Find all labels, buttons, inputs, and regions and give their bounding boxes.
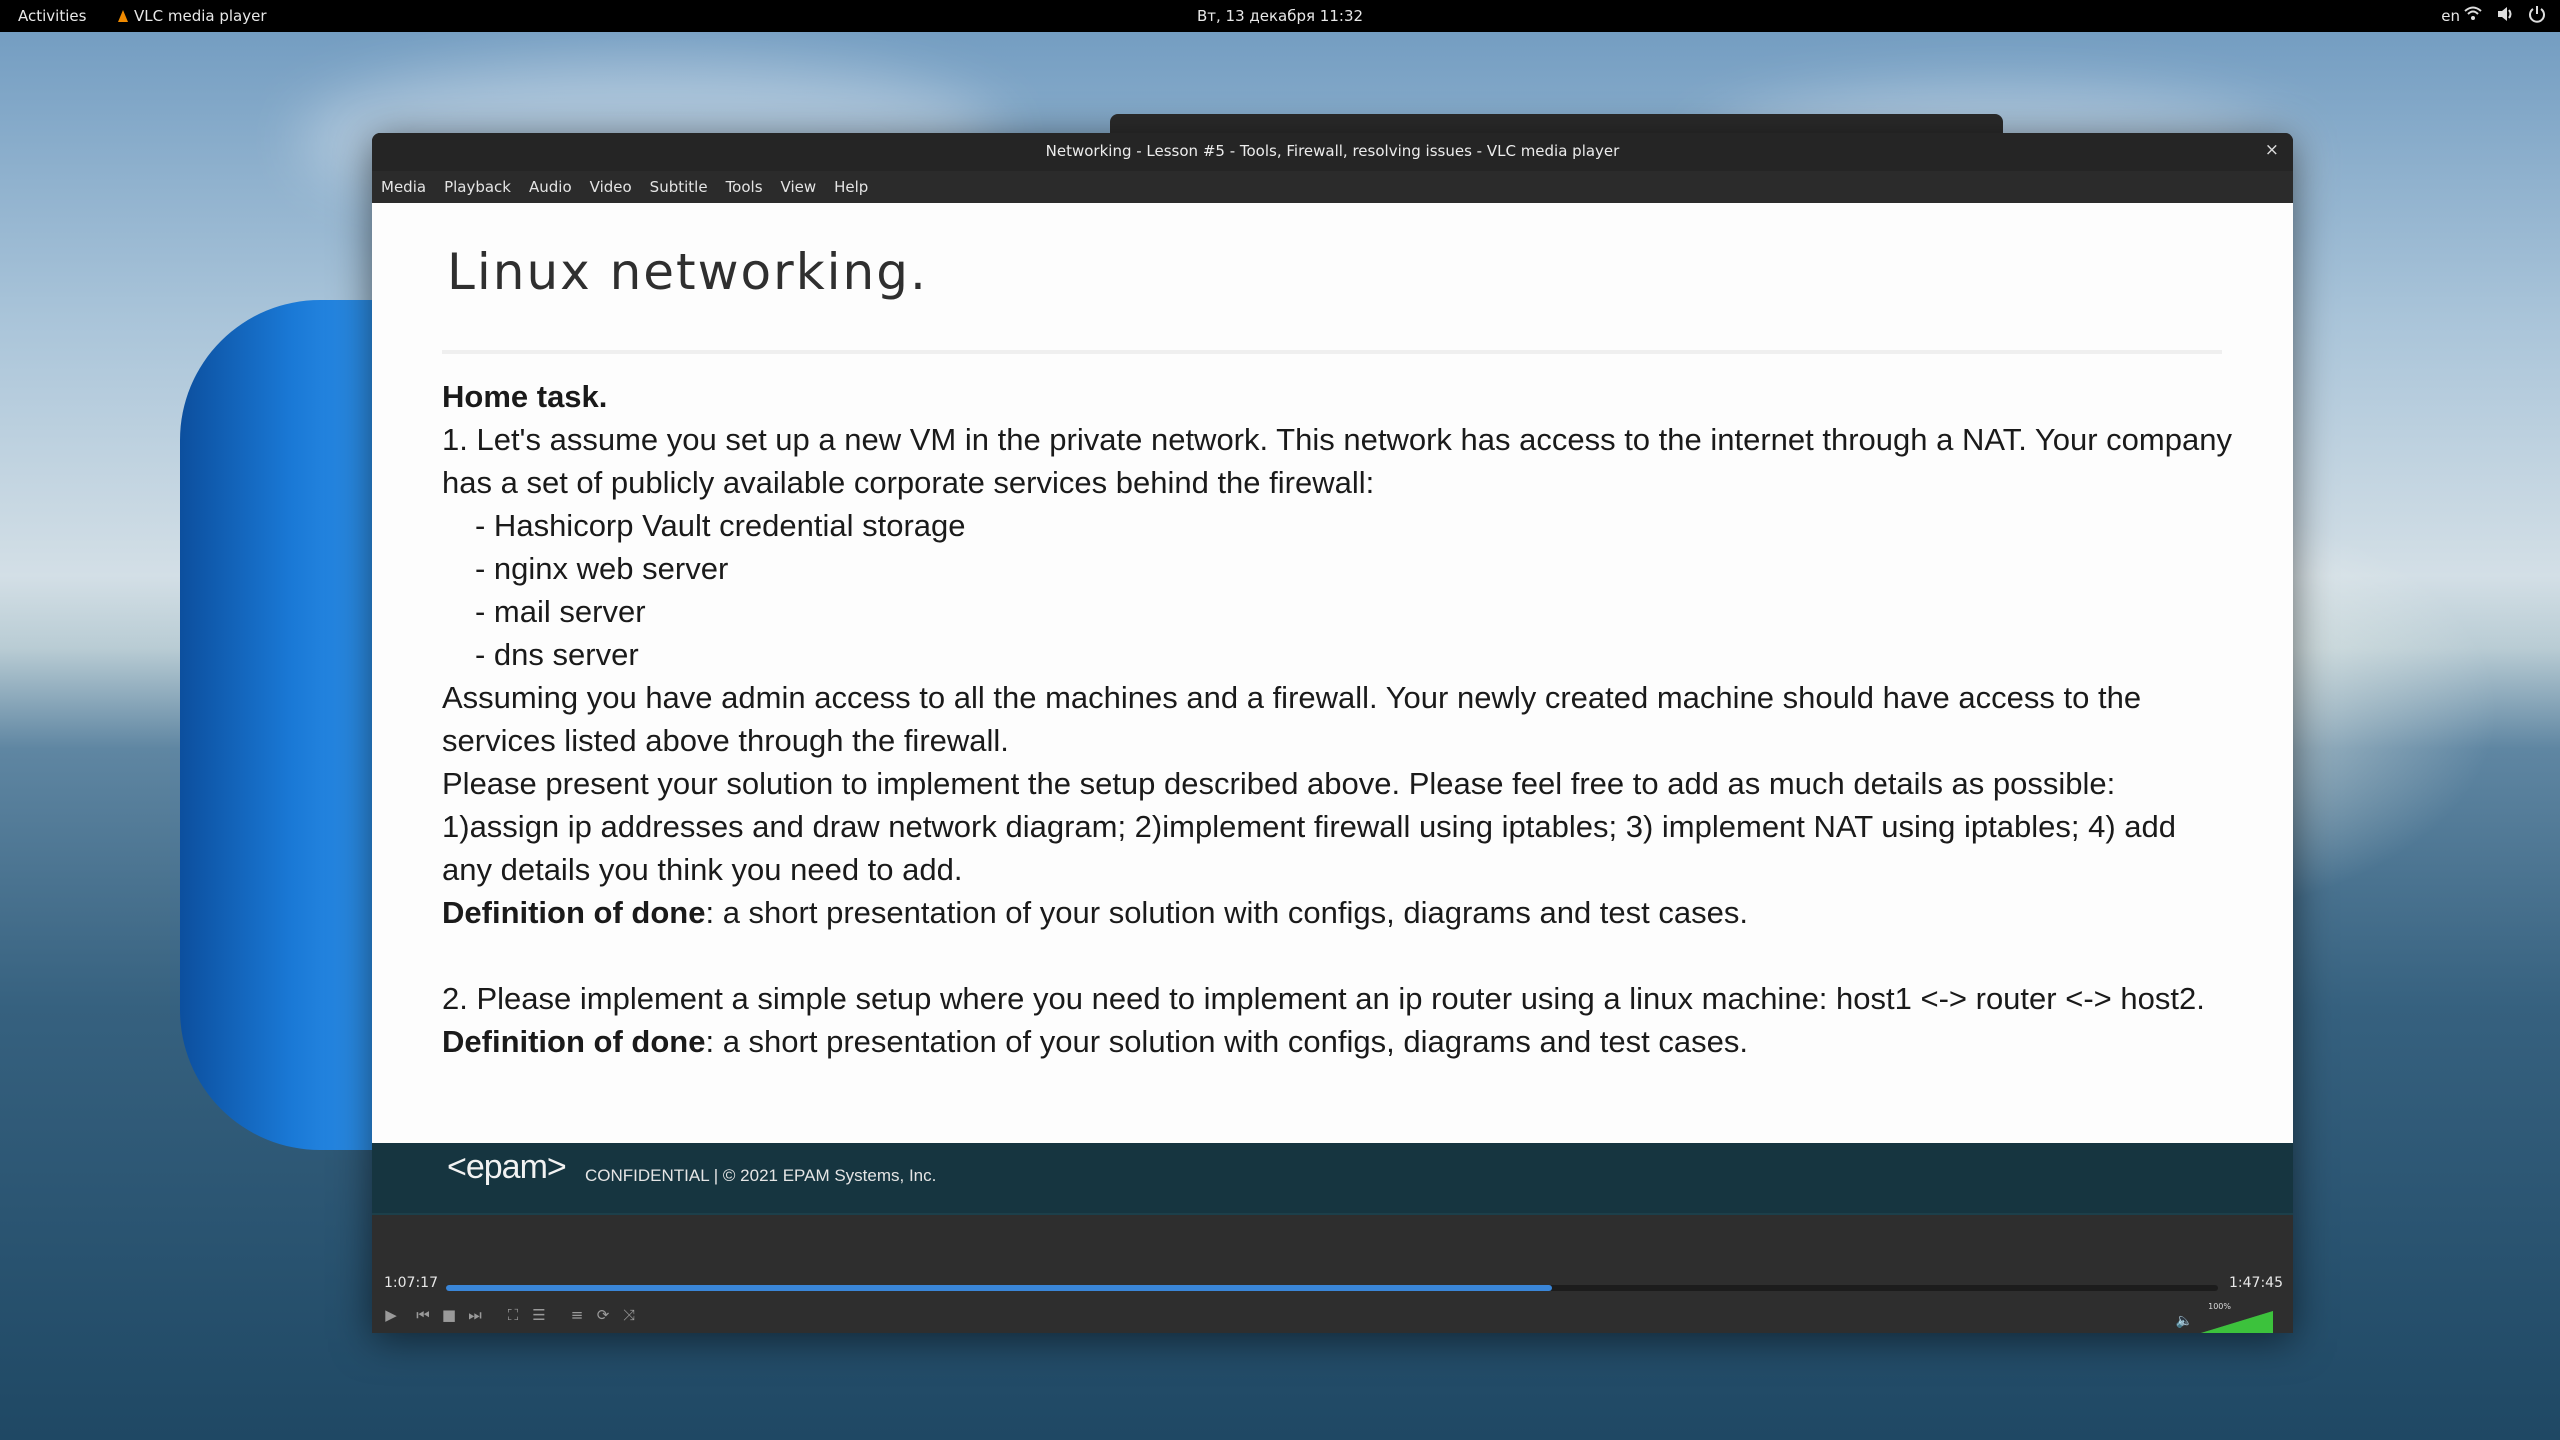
loop-icon: ⟳ [596, 1306, 610, 1324]
seek-bar[interactable] [446, 1285, 2218, 1291]
slide-divider [442, 350, 2222, 354]
playlist-icon: ≡ [570, 1306, 584, 1324]
previous-icon: ⏮ [416, 1306, 430, 1324]
stop-icon: ■ [441, 1306, 457, 1324]
menu-media[interactable]: Media [372, 178, 435, 196]
next-icon: ⏭ [468, 1306, 482, 1324]
menu-video[interactable]: Video [581, 178, 641, 196]
bullet-item: - Hashicorp Vault credential storage [475, 508, 966, 543]
menu-playback[interactable]: Playback [435, 178, 520, 196]
assumption-text: Assuming you have admin access to all th… [442, 680, 2142, 758]
seek-bar-progress [446, 1285, 1552, 1291]
slide-title: Linux networking. [447, 243, 928, 301]
clock[interactable]: Вт, 13 декабря 11:32 [0, 7, 2560, 25]
fullscreen-icon: ⛶ [507, 1306, 519, 1324]
fullscreen-button[interactable]: ⛶ [502, 1303, 524, 1327]
home-task-heading: Home task. [442, 379, 608, 414]
bullet-item: - nginx web server [475, 551, 729, 586]
task-2-text: 2. Please implement a simple setup where… [442, 981, 2205, 1016]
dod-text: : a short presentation of your solution … [705, 1024, 1748, 1059]
player-controls [372, 1215, 2293, 1333]
confidential-notice: CONFIDENTIAL | © 2021 EPAM Systems, Inc. [585, 1166, 937, 1185]
wifi-icon [2464, 6, 2482, 20]
shuffle-icon: ⤨ [622, 1306, 635, 1324]
bullet-item: - mail server [475, 594, 646, 629]
task-1-text: 1. Let's assume you set up a new VM in t… [442, 422, 2232, 500]
keyboard-layout-indicator[interactable]: en [2441, 7, 2460, 25]
video-area[interactable]: Linux networking. Home task. 1. Let's as… [372, 203, 2293, 1213]
volume-slider[interactable] [2201, 1311, 2273, 1333]
close-button[interactable]: × [2265, 140, 2279, 160]
current-time: 1:07:17 [384, 1275, 438, 1291]
play-icon: ▶ [385, 1306, 397, 1324]
window-titlebar[interactable]: Networking - Lesson #5 - Tools, Firewall… [372, 133, 2293, 171]
stop-button[interactable]: ■ [438, 1303, 460, 1327]
vlc-window: Networking - Lesson #5 - Tools, Firewall… [372, 133, 2293, 1333]
present-text: Please present your solution to implemen… [442, 766, 2176, 887]
definition-of-done-2: Definition of done: a short presentation… [442, 1020, 2232, 1063]
slide-body: Home task. 1. Let's assume you set up a … [442, 375, 2232, 1063]
window-title: Networking - Lesson #5 - Tools, Firewall… [1045, 142, 1620, 160]
definition-of-done-1: Definition of done: a short presentation… [442, 891, 2232, 934]
equalizer-icon: ☰ [532, 1306, 546, 1324]
menu-help[interactable]: Help [825, 178, 877, 196]
menu-bar: Media Playback Audio Video Subtitle Tool… [372, 171, 2293, 203]
next-button[interactable]: ⏭ [464, 1303, 486, 1327]
volume-icon[interactable]: 🔈 [2176, 1313, 2193, 1329]
dod-label: Definition of done [442, 895, 706, 930]
total-time[interactable]: 1:47:45 [2229, 1275, 2283, 1291]
menu-subtitle[interactable]: Subtitle [641, 178, 717, 196]
menu-view[interactable]: View [772, 178, 826, 196]
play-button[interactable]: ▶ [380, 1303, 402, 1327]
volume-slider-fill [2201, 1311, 2273, 1333]
loop-button[interactable]: ⟳ [592, 1303, 614, 1327]
power-icon [2529, 6, 2545, 23]
shuffle-button[interactable]: ⤨ [618, 1303, 640, 1327]
volume-label: 100% [2208, 1302, 2231, 1311]
previous-button[interactable]: ⏮ [412, 1303, 434, 1327]
system-tray[interactable] [2464, 5, 2546, 23]
playlist-button[interactable]: ≡ [566, 1303, 588, 1327]
gnome-top-bar: Activities VLC media player Вт, 13 декаб… [0, 0, 2560, 32]
menu-tools[interactable]: Tools [717, 178, 772, 196]
epam-logo: <epam> [447, 1148, 567, 1186]
extended-settings-button[interactable]: ☰ [528, 1303, 550, 1327]
speaker-icon [2498, 7, 2512, 21]
menu-audio[interactable]: Audio [520, 178, 581, 196]
dod-label: Definition of done [442, 1024, 706, 1059]
bullet-item: - dns server [475, 637, 639, 672]
dod-text: : a short presentation of your solution … [705, 895, 1748, 930]
